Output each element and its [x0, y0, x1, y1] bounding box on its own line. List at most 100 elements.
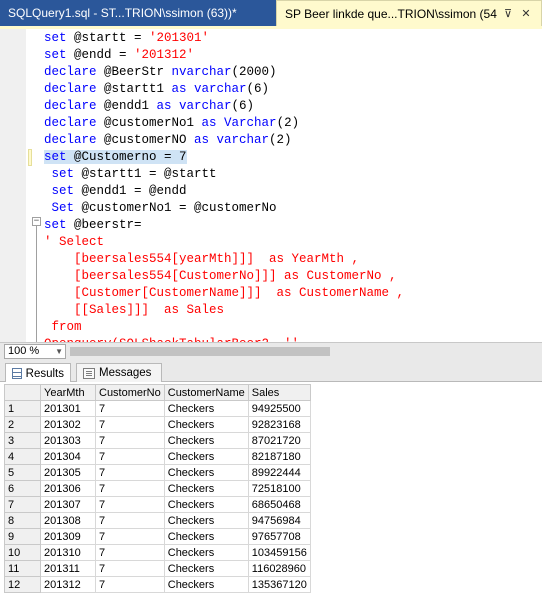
- code-line[interactable]: declare @customerNo1 as Varchar(2): [44, 115, 299, 132]
- code-line[interactable]: from: [44, 319, 82, 336]
- row-number[interactable]: 8: [4, 512, 41, 529]
- cell-sales[interactable]: 89922444: [247, 464, 311, 481]
- row-number[interactable]: 6: [4, 480, 41, 497]
- horizontal-scrollbar[interactable]: [70, 346, 540, 357]
- cell-customerno[interactable]: 7: [95, 512, 165, 529]
- tab-sp-beer-linked-query[interactable]: SP Beer linkde que...TRION\ssimon (54))*…: [276, 0, 542, 26]
- cell-yearmth[interactable]: 201302: [40, 416, 96, 433]
- cell-sales[interactable]: 94925500: [247, 400, 311, 417]
- cell-customername[interactable]: Checkers: [163, 560, 249, 577]
- code-line[interactable]: declare @BeerStr nvarchar(2000): [44, 64, 277, 81]
- cell-customername[interactable]: Checkers: [163, 544, 249, 561]
- column-header-sales[interactable]: Sales: [247, 384, 311, 401]
- pin-icon[interactable]: ⊽: [501, 7, 515, 20]
- cell-customerno[interactable]: 7: [95, 432, 165, 449]
- code-line[interactable]: set @startt = '201301': [44, 30, 209, 47]
- cell-yearmth[interactable]: 201309: [40, 528, 96, 545]
- code-line[interactable]: [[Sales]]] as Sales: [44, 302, 224, 319]
- code-line[interactable]: set @Customerno = 7: [44, 149, 187, 166]
- selected-text[interactable]: set @Customerno = 7: [44, 150, 187, 164]
- tab-messages[interactable]: Messages: [76, 363, 162, 382]
- row-number[interactable]: 4: [4, 448, 41, 465]
- cell-sales[interactable]: 72518100: [247, 480, 311, 497]
- table-row[interactable]: 2 201302 7 Checkers 92823168: [4, 416, 311, 433]
- cell-yearmth[interactable]: 201307: [40, 496, 96, 513]
- cell-sales[interactable]: 82187180: [247, 448, 311, 465]
- cell-sales[interactable]: 97657708: [247, 528, 311, 545]
- cell-customerno[interactable]: 7: [95, 400, 165, 417]
- row-number[interactable]: 7: [4, 496, 41, 513]
- zoom-select[interactable]: 100 % ▼: [4, 344, 66, 359]
- cell-customerno[interactable]: 7: [95, 544, 165, 561]
- row-number[interactable]: 12: [4, 576, 41, 593]
- cell-yearmth[interactable]: 201301: [40, 400, 96, 417]
- cell-customername[interactable]: Checkers: [163, 480, 249, 497]
- cell-customerno[interactable]: 7: [95, 448, 165, 465]
- code-line[interactable]: declare @startt1 as varchar(6): [44, 81, 269, 98]
- code-line[interactable]: [beersales554[yearMth]]] as YearMth ,: [44, 251, 359, 268]
- code-line[interactable]: Set @customerNo1 = @customerNo: [44, 200, 277, 217]
- cell-customername[interactable]: Checkers: [163, 448, 249, 465]
- table-row[interactable]: 6 201306 7 Checkers 72518100: [4, 480, 311, 497]
- table-row[interactable]: 9 201309 7 Checkers 97657708: [4, 528, 311, 545]
- cell-customerno[interactable]: 7: [95, 416, 165, 433]
- close-icon[interactable]: ✕: [519, 7, 533, 20]
- cell-yearmth[interactable]: 201312: [40, 576, 96, 593]
- row-number[interactable]: 9: [4, 528, 41, 545]
- code-line[interactable]: declare @customerNO as varchar(2): [44, 132, 292, 149]
- row-number-header[interactable]: [4, 384, 41, 401]
- table-row[interactable]: 7 201307 7 Checkers 68650468: [4, 496, 311, 513]
- cell-sales[interactable]: 92823168: [247, 416, 311, 433]
- cell-sales[interactable]: 68650468: [247, 496, 311, 513]
- cell-customername[interactable]: Checkers: [163, 464, 249, 481]
- column-header-customerno[interactable]: CustomerNo: [95, 384, 165, 401]
- collapse-toggle-icon[interactable]: −: [32, 217, 41, 226]
- cell-customername[interactable]: Checkers: [163, 576, 249, 593]
- code-line[interactable]: [beersales554[CustomerNo]]] as CustomerN…: [44, 268, 397, 285]
- row-number[interactable]: 10: [4, 544, 41, 561]
- code-editor[interactable]: − set @startt = '201301' set @endd = '201…: [0, 26, 542, 342]
- cell-customername[interactable]: Checkers: [163, 400, 249, 417]
- cell-sales[interactable]: 116028960: [247, 560, 311, 577]
- table-row[interactable]: 5 201305 7 Checkers 89922444: [4, 464, 311, 481]
- code-line[interactable]: set @beerstr=: [44, 217, 142, 234]
- table-row[interactable]: 4 201304 7 Checkers 82187180: [4, 448, 311, 465]
- cell-yearmth[interactable]: 201310: [40, 544, 96, 561]
- cell-sales[interactable]: 87021720: [247, 432, 311, 449]
- cell-customerno[interactable]: 7: [95, 480, 165, 497]
- cell-customerno[interactable]: 7: [95, 576, 165, 593]
- cell-customername[interactable]: Checkers: [163, 496, 249, 513]
- cell-yearmth[interactable]: 201306: [40, 480, 96, 497]
- code-line[interactable]: set @startt1 = @startt: [44, 166, 217, 183]
- cell-customerno[interactable]: 7: [95, 528, 165, 545]
- table-row[interactable]: 1 201301 7 Checkers 94925500: [4, 400, 311, 417]
- cell-customerno[interactable]: 7: [95, 496, 165, 513]
- table-row[interactable]: 3 201303 7 Checkers 87021720: [4, 432, 311, 449]
- cell-yearmth[interactable]: 201308: [40, 512, 96, 529]
- table-row[interactable]: 11 201311 7 Checkers 116028960: [4, 560, 311, 577]
- code-line[interactable]: set @endd1 = @endd: [44, 183, 187, 200]
- column-header-customername[interactable]: CustomerName: [163, 384, 249, 401]
- code-line[interactable]: declare @endd1 as varchar(6): [44, 98, 254, 115]
- row-number[interactable]: 2: [4, 416, 41, 433]
- tab-results[interactable]: Results: [5, 363, 71, 383]
- results-grid[interactable]: YearMth CustomerNo CustomerName Sales 12…: [0, 382, 542, 598]
- column-header-yearmth[interactable]: YearMth: [40, 384, 96, 401]
- row-number[interactable]: 5: [4, 464, 41, 481]
- table-row[interactable]: 12 201312 7 Checkers 135367120: [4, 576, 311, 593]
- code-line[interactable]: [Customer[CustomerName]]] as CustomerNam…: [44, 285, 404, 302]
- cell-customerno[interactable]: 7: [95, 560, 165, 577]
- row-number[interactable]: 11: [4, 560, 41, 577]
- cell-customerno[interactable]: 7: [95, 464, 165, 481]
- cell-yearmth[interactable]: 201303: [40, 432, 96, 449]
- code-line[interactable]: set @endd = '201312': [44, 47, 194, 64]
- scrollbar-thumb[interactable]: [70, 347, 330, 356]
- cell-yearmth[interactable]: 201311: [40, 560, 96, 577]
- table-row[interactable]: 8 201308 7 Checkers 94756984: [4, 512, 311, 529]
- cell-customername[interactable]: Checkers: [163, 528, 249, 545]
- row-number[interactable]: 1: [4, 400, 41, 417]
- code-line[interactable]: ' Select: [44, 234, 104, 251]
- cell-customername[interactable]: Checkers: [163, 512, 249, 529]
- cell-sales[interactable]: 94756984: [247, 512, 311, 529]
- cell-customername[interactable]: Checkers: [163, 432, 249, 449]
